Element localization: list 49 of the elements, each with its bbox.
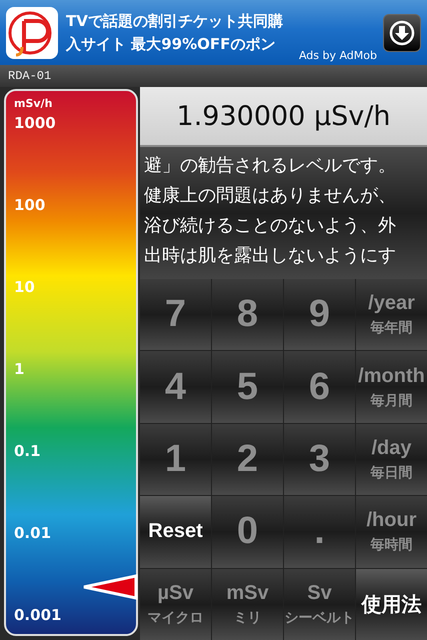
- advice-text: 出時は肌を露出しないようにす: [144, 244, 397, 268]
- key-caption: マイクロ: [148, 608, 204, 627]
- unit-key[interactable]: Sv シーベルト: [284, 568, 355, 640]
- key-caption: 毎時間: [370, 536, 412, 554]
- unit-key[interactable]: /year 毎年間: [356, 279, 427, 350]
- digit-key[interactable]: 0: [212, 496, 283, 568]
- digit-key[interactable]: 3: [284, 424, 355, 496]
- key-caption: 毎日間: [370, 464, 412, 482]
- logo-icon: [6, 6, 58, 58]
- key-caption: ミリ: [234, 608, 262, 627]
- unit-key[interactable]: /day 毎日間: [356, 424, 427, 496]
- advice-text: 避」の勧告されるレベルです。: [144, 154, 397, 178]
- scale-label: 1: [14, 360, 26, 378]
- key-caption: 毎月間: [370, 392, 412, 410]
- unit-key[interactable]: /month 毎月間: [356, 351, 427, 423]
- digit-key[interactable]: 8: [212, 279, 283, 350]
- unit-key[interactable]: /hour 毎時間: [356, 496, 427, 568]
- digit-key[interactable]: 4: [140, 351, 211, 423]
- digit-key[interactable]: 1: [140, 424, 211, 496]
- device-name: RDA-01: [8, 69, 52, 83]
- scale-label: 100: [14, 196, 46, 214]
- scale-unit: mSv/h: [14, 97, 54, 110]
- action-button[interactable]: 使用法: [356, 568, 427, 640]
- key-caption: シーベルト: [284, 608, 354, 627]
- digit-key[interactable]: 6: [284, 351, 355, 423]
- ad-text: TVで話題の割引チケット共同購: [66, 12, 283, 30]
- download-button[interactable]: [383, 14, 421, 52]
- digit-key[interactable]: 9: [284, 279, 355, 350]
- digit-key[interactable]: 7: [140, 279, 211, 350]
- digit-key[interactable]: 2: [212, 424, 283, 496]
- advice-text: 健康上の問題はありませんが、: [144, 184, 397, 208]
- advice-text: 浴び続けることのないよう、外: [144, 214, 397, 238]
- key-caption: 毎年間: [370, 319, 412, 338]
- pointer-icon: [82, 574, 138, 600]
- digit-key[interactable]: .: [284, 496, 355, 568]
- unit-key[interactable]: mSv ミリ: [212, 568, 283, 640]
- dose-reading: 1.930000 µSv/h: [140, 87, 427, 147]
- ad-text: 入サイト 最大99%OFFのポン: [66, 34, 276, 54]
- ad-banner[interactable]: TVで話題の割引チケット共同購 入サイト 最大99%OFFのポン Ads by AdMob: [0, 0, 427, 65]
- scale-label: 0.01: [14, 524, 52, 542]
- scale-label: 0.1: [14, 442, 42, 460]
- unit-key[interactable]: µSv マイクロ: [140, 568, 211, 640]
- action-button[interactable]: Reset: [140, 496, 211, 568]
- scale-label: 10: [14, 278, 36, 296]
- digit-key[interactable]: 5: [212, 351, 283, 423]
- scale-label: 0.001: [14, 606, 62, 624]
- download-icon: [389, 20, 415, 46]
- scale-label: 1000: [14, 114, 57, 132]
- ad-attribution: Ads by AdMob: [298, 49, 377, 62]
